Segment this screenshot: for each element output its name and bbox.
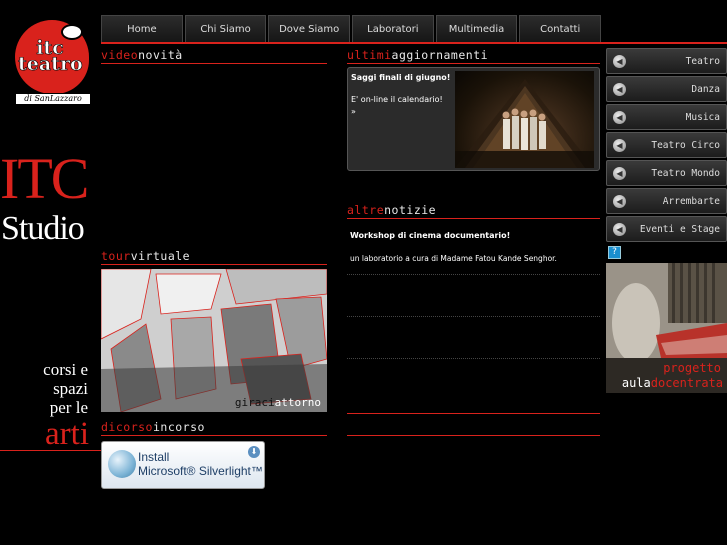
latest-news-more-link[interactable]: » — [351, 106, 451, 118]
stage-photo-image — [455, 79, 594, 168]
menu-item-label: Teatro — [685, 55, 720, 67]
tagline: corsi e spazi per le — [8, 360, 88, 417]
broken-image-icon: ? — [608, 246, 621, 259]
logo-line-2: teatro — [18, 53, 83, 75]
arrow-left-icon: ◀ — [613, 54, 626, 68]
nav-home[interactable]: Home — [101, 15, 183, 43]
nav-dove-siamo[interactable]: Dove Siamo — [268, 15, 351, 43]
section-latest-updates: ultimiaggiornamenti — [347, 48, 600, 64]
tagline-line-3: per le — [49, 398, 88, 417]
section-latest-red: ultimi — [347, 48, 392, 62]
menu-item-eventi-e-stage[interactable]: ◀ Eventi e Stage — [606, 216, 727, 242]
virtual-tour-image[interactable]: giraciattorno — [101, 269, 327, 412]
promo-line-2: auladocentrata — [622, 376, 723, 390]
menu-item-musica[interactable]: ◀ Musica — [606, 104, 727, 130]
itc-teatro-logo[interactable]: itc teatro di SanLazzaro — [13, 20, 91, 105]
promo-line-2b: docentrata — [650, 376, 723, 390]
news-separator — [347, 316, 600, 317]
promo-aula-docentrata[interactable]: progetto auladocentrata — [606, 263, 727, 393]
latest-news-photo[interactable] — [455, 71, 594, 168]
section-video-news: videonovità — [101, 48, 327, 64]
menu-item-label: Danza — [691, 83, 720, 95]
arrow-left-icon: ◀ — [613, 138, 626, 152]
main-nav: Home Chi Siamo Dove Siamo Laboratori Mul… — [101, 15, 602, 43]
section-other-news-white: notizie — [384, 203, 437, 217]
latest-news-text: Saggi finali di giugno! E' on-line il ca… — [351, 72, 451, 118]
download-arrow-icon: ⬇ — [248, 446, 260, 458]
logo-text: itc teatro — [18, 38, 83, 75]
latest-news-card[interactable]: Saggi finali di giugno! E' on-line il ca… — [347, 67, 600, 171]
section-tour-red: tour — [101, 249, 131, 263]
brand-title: ITC — [0, 146, 89, 211]
latest-news-body: E' on-line il calendario! — [351, 95, 443, 104]
latest-news-headline[interactable]: Saggi finali di giugno! — [351, 72, 451, 84]
menu-item-danza[interactable]: ◀ Danza — [606, 76, 727, 102]
tagline-line-1: corsi e — [43, 360, 88, 379]
menu-item-teatro[interactable]: ◀ Teatro — [606, 48, 727, 74]
logo-face-icon — [61, 24, 83, 40]
brand-subtitle: Studio — [1, 210, 85, 247]
section-video-news-white: novità — [138, 48, 183, 62]
news-separator — [347, 274, 600, 275]
arrow-left-icon: ◀ — [613, 82, 626, 96]
nav-chi-siamo[interactable]: Chi Siamo — [184, 15, 267, 43]
tour-caption-part-2: attorno — [274, 396, 321, 409]
menu-item-label: Eventi e Stage — [639, 223, 720, 235]
section-divider — [347, 398, 600, 414]
silverlight-line-1: Install — [138, 450, 170, 464]
section-video-news-red: video — [101, 48, 139, 62]
tour-caption-part-1: giraci — [234, 396, 275, 409]
nav-divider — [101, 42, 727, 44]
menu-item-label: Teatro Mondo — [651, 167, 720, 179]
arrow-left-icon: ◀ — [613, 166, 626, 180]
other-news-title[interactable]: Workshop di cinema documentario! — [350, 231, 510, 240]
section-virtual-tour: tourvirtuale — [101, 249, 327, 265]
arrow-left-icon: ◀ — [613, 110, 626, 124]
promo-line-2a: aula — [621, 376, 651, 390]
section-ongoing-white: incorso — [152, 420, 205, 434]
menu-item-label: Teatro Circo — [651, 139, 720, 151]
menu-item-teatro-circo[interactable]: ◀ Teatro Circo — [606, 132, 727, 158]
other-news-body: un laboratorio a cura di Madame Fatou Ka… — [350, 254, 557, 263]
install-silverlight-button[interactable]: Install Microsoft® Silverlight™ ⬇ — [101, 441, 265, 489]
tagline-line-2: spazi — [53, 379, 88, 398]
section-ongoing-red: dicorso — [101, 420, 153, 434]
section-latest-white: aggiornamenti — [391, 48, 489, 62]
menu-item-arrembarte[interactable]: ◀ Arrembarte — [606, 188, 727, 214]
tagline-accent: arti — [0, 418, 101, 451]
arrow-left-icon: ◀ — [613, 194, 626, 208]
nav-contatti[interactable]: Contatti — [519, 15, 602, 43]
silverlight-icon — [108, 450, 136, 478]
nav-multimedia[interactable]: Multimedia — [435, 15, 518, 43]
silverlight-line-2: Microsoft® Silverlight™ — [138, 464, 263, 478]
nav-laboratori[interactable]: Laboratori — [352, 15, 434, 43]
tour-caption: giraciattorno — [235, 396, 321, 409]
section-other-news: altrenotizie — [347, 203, 600, 219]
arrow-left-icon: ◀ — [613, 222, 626, 236]
menu-item-label: Arrembarte — [662, 195, 720, 207]
menu-item-label: Musica — [685, 111, 720, 123]
maze-render-image — [101, 269, 327, 412]
section-divider — [347, 420, 600, 436]
section-tour-white: virtuale — [130, 249, 191, 263]
menu-item-teatro-mondo[interactable]: ◀ Teatro Mondo — [606, 160, 727, 186]
section-ongoing-courses: dicorsoincorso — [101, 420, 327, 436]
news-separator — [347, 358, 600, 359]
category-menu: ◀ Teatro ◀ Danza ◀ Musica ◀ Teatro Circo… — [606, 48, 727, 244]
promo-line-1: progetto — [663, 361, 721, 375]
section-other-news-red: altre — [347, 203, 385, 217]
logo-subtitle: di SanLazzaro — [15, 93, 91, 105]
